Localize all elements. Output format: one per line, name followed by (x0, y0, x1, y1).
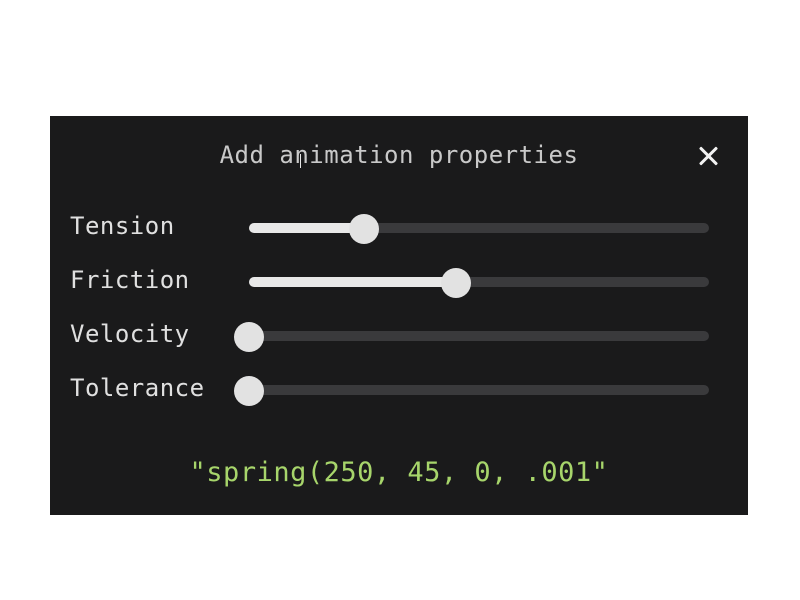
friction-slider[interactable] (249, 268, 709, 298)
animation-properties-dialog: Add animation properties Tension Frictio… (50, 116, 748, 515)
slider-thumb[interactable] (234, 376, 264, 406)
close-icon[interactable] (695, 143, 721, 169)
slider-thumb[interactable] (234, 322, 264, 352)
tension-row: Tension (50, 206, 748, 246)
tolerance-label: Tolerance (70, 374, 205, 402)
slider-fill (249, 223, 364, 233)
tolerance-row: Tolerance (50, 368, 748, 408)
dialog-title: Add animation properties (219, 141, 579, 169)
slider-track (249, 331, 709, 341)
friction-label: Friction (70, 266, 190, 294)
slider-thumb[interactable] (441, 268, 471, 298)
tension-slider[interactable] (249, 214, 709, 244)
slider-track (249, 385, 709, 395)
spring-output: "spring(250, 45, 0, .001" (189, 457, 609, 488)
slider-thumb[interactable] (349, 214, 379, 244)
tension-label: Tension (70, 212, 175, 240)
text-cursor-icon (299, 154, 303, 168)
velocity-row: Velocity (50, 314, 748, 354)
slider-fill (249, 277, 456, 287)
tolerance-slider[interactable] (234, 376, 709, 406)
velocity-label: Velocity (70, 320, 190, 348)
velocity-slider[interactable] (234, 322, 709, 352)
friction-row: Friction (50, 260, 748, 300)
